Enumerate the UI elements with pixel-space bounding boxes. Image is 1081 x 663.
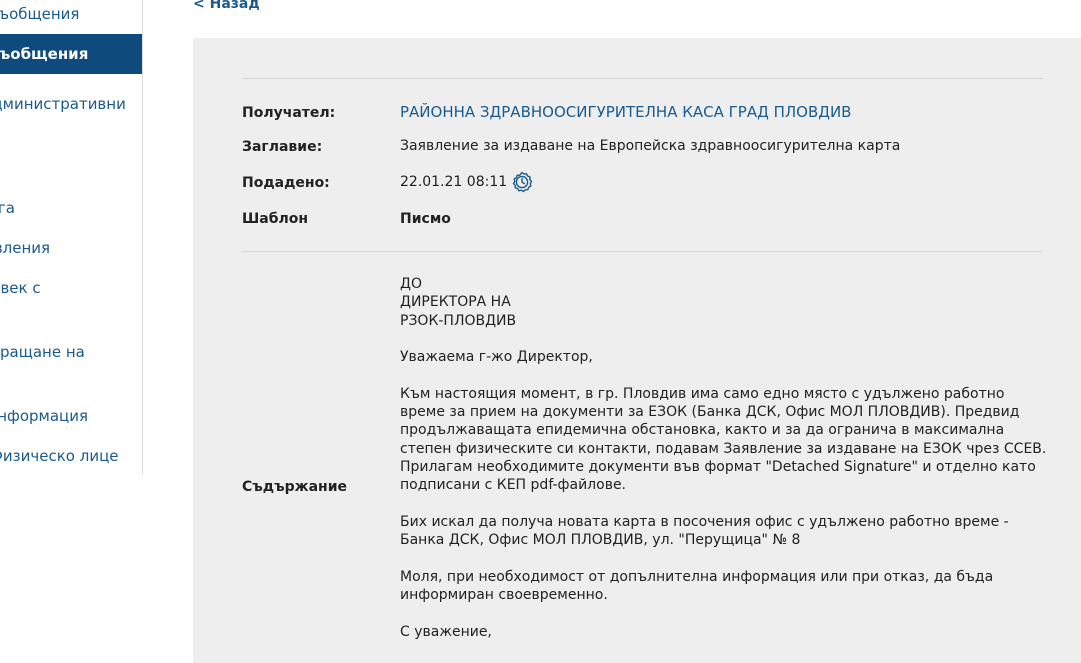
title-value: Заявление за издаване на Европейска здра… [400, 138, 901, 154]
content-line: ДИРЕКТОРА НА [400, 294, 511, 311]
submitted-row: 22.01.21 08:11 [400, 171, 533, 193]
sidebar-item-administrative[interactable]: Административни [0, 94, 142, 114]
sidebar-item-natural-person[interactable]: Физическо лице [0, 446, 142, 466]
sidebar-item-applications[interactable]: Заявления [0, 238, 142, 258]
sidebar-item-label: Физическо лице [0, 447, 119, 465]
divider [242, 78, 1043, 79]
content-line: ДО [400, 276, 422, 292]
content-paragraph: С уважение, [400, 623, 492, 640]
recipient-value[interactable]: РАЙОННА ЗДРАВНООСИГУРИТЕЛНА КАСА ГРАД ПЛ… [400, 103, 851, 121]
title-label: Заглавие: [242, 139, 323, 155]
sidebar-item-label: Изпращане на [0, 343, 85, 361]
sidebar-item-messages-active[interactable]: Съобщения [0, 34, 142, 74]
submitted-label: Подадено: [242, 175, 330, 191]
content-label: Съдържание [242, 479, 347, 495]
sidebar-item-label: Заявления [0, 239, 51, 257]
sidebar-nav: Съобщения Съобщения Административни Услу… [0, 0, 143, 475]
message-detail-panel: Получател: РАЙОННА ЗДРАВНООСИГУРИТЕЛНА К… [193, 38, 1081, 663]
sidebar-item-sending[interactable]: Изпращане на [0, 342, 142, 362]
sidebar-item-label: Човек с [0, 279, 41, 297]
recipient-label: Получател: [242, 105, 336, 121]
content-line: РЗОК-ПЛОВДИВ [400, 312, 517, 329]
content-paragraph: Моля, при необходимост от допълнителна и… [400, 568, 994, 604]
sidebar-item-messages[interactable]: Съобщения [0, 4, 142, 24]
submitted-value: 22.01.21 08:11 [400, 174, 508, 190]
sidebar-item-information[interactable]: Информация [0, 406, 142, 426]
sidebar-item-label: Услуга [0, 199, 15, 217]
clock-icon[interactable] [511, 171, 533, 193]
sidebar-item-person[interactable]: Човек с [0, 278, 142, 298]
sidebar-item-label: Административни [0, 95, 126, 113]
template-label: Шаблон [242, 211, 309, 227]
back-link[interactable]: < Назад [193, 0, 260, 14]
content-paragraph: Уважаема г-жо Директор, [400, 349, 593, 366]
content-paragraph: Към настоящия момент, в гр. Пловдив има … [400, 385, 1047, 494]
message-content: ДО ДИРЕКТОРА НА РЗОК-ПЛОВДИВ Уважаема г-… [400, 275, 1050, 659]
sidebar-item-label: Съобщения [0, 45, 89, 63]
template-value: Писмо [400, 211, 451, 227]
sidebar-item-label: Информация [0, 407, 89, 425]
sidebar-item-service[interactable]: Услуга [0, 198, 142, 218]
content-paragraph: Бих искал да получа новата карта в посоч… [400, 513, 1009, 549]
sidebar-item-label: Съобщения [0, 5, 80, 23]
divider [242, 251, 1043, 252]
